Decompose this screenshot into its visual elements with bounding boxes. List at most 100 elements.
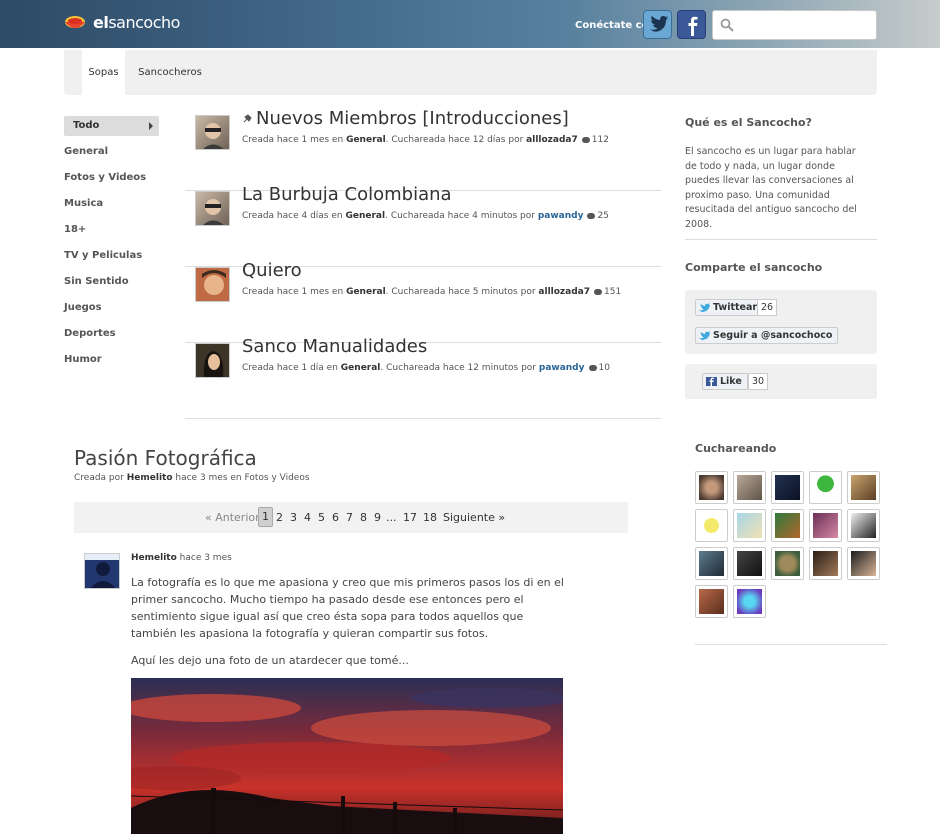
user-avatar[interactable] (771, 547, 804, 580)
category-general[interactable]: General (64, 142, 159, 162)
page-2[interactable]: 2 (276, 511, 283, 524)
category-tv-peliculas[interactable]: TV y Peliculas (64, 246, 159, 266)
twitter-icon (650, 16, 668, 32)
post-author-link[interactable]: Hemelito (127, 473, 173, 483)
user-avatar[interactable] (733, 509, 766, 542)
user-avatar[interactable] (771, 471, 804, 504)
topic-row[interactable]: Nuevos Miembros [Introducciones] Creada … (185, 108, 661, 191)
topic-row[interactable]: La Burbuja Colombiana Creada hace 4 días… (185, 184, 661, 267)
user-avatar[interactable] (733, 471, 766, 504)
user-avatar[interactable] (695, 471, 728, 504)
tweet-count: 26 (757, 299, 778, 316)
page-5[interactable]: 5 (318, 511, 325, 524)
search-icon (720, 18, 734, 32)
topic-user-link[interactable]: pawandy (539, 363, 585, 373)
topic-title[interactable]: Nuevos Miembros [Introducciones] (242, 108, 569, 129)
user-avatar[interactable] (847, 471, 880, 504)
avatar[interactable] (195, 267, 230, 302)
topic-user-link[interactable]: alllozada7 (526, 135, 578, 145)
comment-count: 151 (604, 287, 622, 297)
search-box[interactable] (712, 10, 877, 40)
pagination-prev[interactable]: « Anterior (205, 511, 260, 524)
user-avatar[interactable] (733, 585, 766, 618)
arrow-right-icon (149, 122, 153, 130)
page-17[interactable]: 17 (403, 511, 417, 524)
user-avatar[interactable] (809, 547, 842, 580)
topic-title[interactable]: Quiero (242, 260, 302, 281)
page-18[interactable]: 18 (423, 511, 437, 524)
avatar[interactable] (195, 115, 230, 150)
facebook-connect-button[interactable] (677, 10, 706, 39)
user-avatar[interactable] (695, 585, 728, 618)
twitter-bird-icon (699, 331, 710, 340)
search-input[interactable] (739, 15, 871, 35)
page-7[interactable]: 7 (346, 511, 353, 524)
active-users-heading: Cuchareando (695, 442, 777, 455)
divider (685, 239, 877, 240)
topic-category-link[interactable]: General (346, 287, 386, 297)
avatar[interactable] (195, 191, 230, 226)
avatar[interactable] (84, 553, 120, 589)
topic-category-link[interactable]: General (345, 211, 385, 221)
like-button[interactable]: Like (702, 373, 748, 390)
topic-meta: Creada hace 4 días en General. Cucharead… (242, 211, 609, 221)
category-humor[interactable]: Humor (64, 350, 159, 370)
category-18[interactable]: 18+ (64, 220, 159, 240)
topic-meta: Creada hace 1 mes en General. Cuchareada… (242, 287, 622, 297)
twitter-connect-button[interactable] (643, 10, 672, 39)
page-9[interactable]: 9 (374, 511, 381, 524)
tab-sancocheros[interactable]: Sancocheros (136, 50, 204, 95)
user-avatar[interactable] (695, 547, 728, 580)
topic-user-link[interactable]: pawandy (538, 211, 584, 221)
topic-title[interactable]: Sanco Manualidades (242, 336, 427, 357)
category-todo[interactable]: Todo (64, 116, 159, 136)
user-avatar[interactable] (809, 509, 842, 542)
category-fotos-videos[interactable]: Fotos y Videos (64, 168, 159, 188)
site-logo[interactable]: elsancocho (93, 13, 180, 32)
follow-button[interactable]: Seguir a @sancochoco (695, 327, 839, 344)
comment-icon (581, 136, 590, 143)
post-author-name[interactable]: Hemelito (131, 553, 177, 563)
topic-category-link[interactable]: General (341, 363, 381, 373)
tweet-button[interactable]: Twittear (695, 299, 764, 316)
page-3[interactable]: 3 (290, 511, 297, 524)
comment-count: 10 (598, 363, 610, 373)
user-avatar[interactable] (809, 471, 842, 504)
topic-title[interactable]: La Burbuja Colombiana (242, 184, 452, 205)
facebook-f-icon (706, 377, 717, 386)
post-meta: Creada por Hemelito hace 3 mes en Fotos … (74, 473, 310, 483)
page-4[interactable]: 4 (304, 511, 311, 524)
category-sin-sentido[interactable]: Sin Sentido (64, 272, 159, 292)
post-paragraph: La fotografía es lo que me apasiona y cr… (131, 576, 564, 640)
page-6[interactable]: 6 (332, 511, 339, 524)
page-1[interactable]: 1 (258, 507, 273, 527)
user-avatar[interactable] (847, 509, 880, 542)
page-8[interactable]: 8 (360, 511, 367, 524)
comment-icon (587, 212, 596, 219)
about-text: El sancocho es un lugar para hablar de t… (685, 146, 857, 230)
share-heading: Comparte el sancocho (685, 261, 823, 274)
category-musica[interactable]: Musica (64, 194, 159, 214)
comment-count: 25 (597, 211, 609, 221)
like-count: 30 (748, 373, 769, 390)
top-header: elsancocho Conéctate con (0, 0, 940, 48)
user-avatar[interactable] (847, 547, 880, 580)
category-juegos[interactable]: Juegos (64, 298, 159, 318)
topic-row[interactable]: Sanco Manualidades Creada hace 1 día en … (185, 336, 661, 419)
user-avatar[interactable] (695, 509, 728, 542)
topic-meta: Creada hace 1 mes en General. Cuchareada… (242, 135, 609, 145)
topic-category-link[interactable]: General (346, 135, 386, 145)
category-deportes[interactable]: Deportes (64, 324, 159, 344)
topic-user-link[interactable]: alllozada7 (538, 287, 590, 297)
pagination-ellipsis: ... (386, 511, 397, 524)
user-avatar[interactable] (771, 509, 804, 542)
user-avatar[interactable] (733, 547, 766, 580)
avatar[interactable] (195, 343, 230, 378)
topic-row[interactable]: Quiero Creada hace 1 mes en General. Cuc… (185, 260, 661, 343)
tab-sopas[interactable]: Sopas (82, 50, 125, 95)
logo-bowl-icon[interactable] (64, 14, 86, 32)
twitter-share-box: Twittear 26 Seguir a @sancochoco (685, 290, 877, 354)
pagination-next[interactable]: Siguiente » (443, 511, 505, 524)
comment-icon (594, 288, 603, 295)
facebook-share-box: Like 30 (685, 364, 877, 399)
